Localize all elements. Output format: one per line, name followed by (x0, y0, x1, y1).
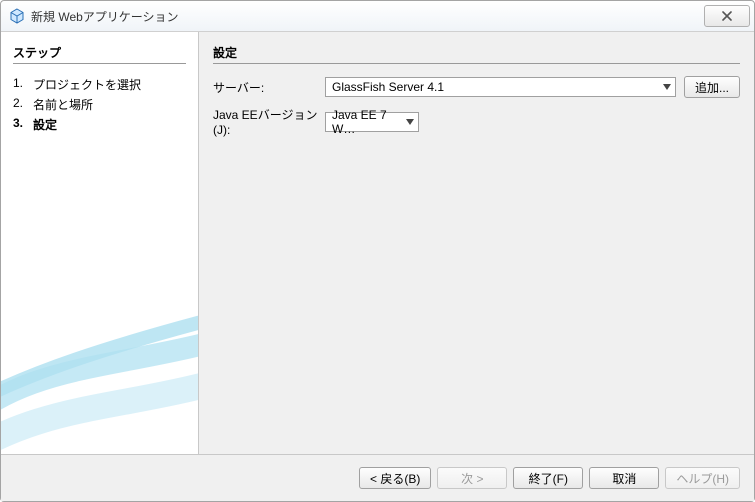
next-button[interactable]: 次 > (437, 467, 507, 489)
step-number: 1. (13, 76, 33, 93)
close-icon (721, 11, 733, 21)
steps-list: 1. プロジェクトを選択 2. 名前と場所 3. 設定 (13, 76, 186, 133)
step-item-current: 3. 設定 (13, 116, 186, 133)
step-number: 3. (13, 116, 33, 133)
add-server-button[interactable]: 追加... (684, 76, 740, 98)
step-label: 名前と場所 (33, 96, 93, 113)
javaee-version-combobox[interactable]: Java EE 7 W… (325, 112, 419, 132)
step-item: 1. プロジェクトを選択 (13, 76, 186, 93)
javaee-version-value: Java EE 7 W… (332, 108, 400, 136)
content-area: ステップ 1. プロジェクトを選択 2. 名前と場所 3. 設定 (1, 32, 754, 454)
server-combobox[interactable]: GlassFish Server 4.1 (325, 77, 676, 97)
server-row: サーバー: GlassFish Server 4.1 追加... (213, 76, 740, 98)
help-button[interactable]: ヘルプ(H) (665, 467, 740, 489)
steps-pane: ステップ 1. プロジェクトを選択 2. 名前と場所 3. 設定 (1, 32, 199, 454)
settings-heading: 設定 (213, 44, 740, 64)
finish-button[interactable]: 終了(F) (513, 467, 583, 489)
server-value: GlassFish Server 4.1 (332, 80, 444, 94)
window-title: 新規 Webアプリケーション (31, 8, 704, 25)
step-number: 2. (13, 96, 33, 113)
settings-pane: 設定 サーバー: GlassFish Server 4.1 追加... Java… (199, 32, 754, 454)
chevron-down-icon (406, 119, 414, 125)
wizard-window: 新規 Webアプリケーション ステップ 1. プロジェクトを選択 2. 名前と場… (0, 0, 755, 502)
back-button[interactable]: < 戻る(B) (359, 467, 431, 489)
window-close-button[interactable] (704, 5, 750, 27)
step-label: 設定 (33, 116, 57, 133)
server-label: サーバー: (213, 79, 325, 96)
cancel-button[interactable]: 取消 (589, 467, 659, 489)
javaee-version-label: Java EEバージョン(J): (213, 106, 325, 137)
step-label: プロジェクトを選択 (33, 76, 141, 93)
decorative-swoosh-icon (1, 314, 199, 454)
wizard-footer: < 戻る(B) 次 > 終了(F) 取消 ヘルプ(H) (1, 454, 754, 501)
javaee-version-row: Java EEバージョン(J): Java EE 7 W… (213, 106, 740, 137)
chevron-down-icon (663, 84, 671, 90)
steps-heading: ステップ (13, 44, 186, 64)
titlebar: 新規 Webアプリケーション (1, 1, 754, 32)
step-item: 2. 名前と場所 (13, 96, 186, 113)
app-cube-icon (9, 8, 25, 24)
